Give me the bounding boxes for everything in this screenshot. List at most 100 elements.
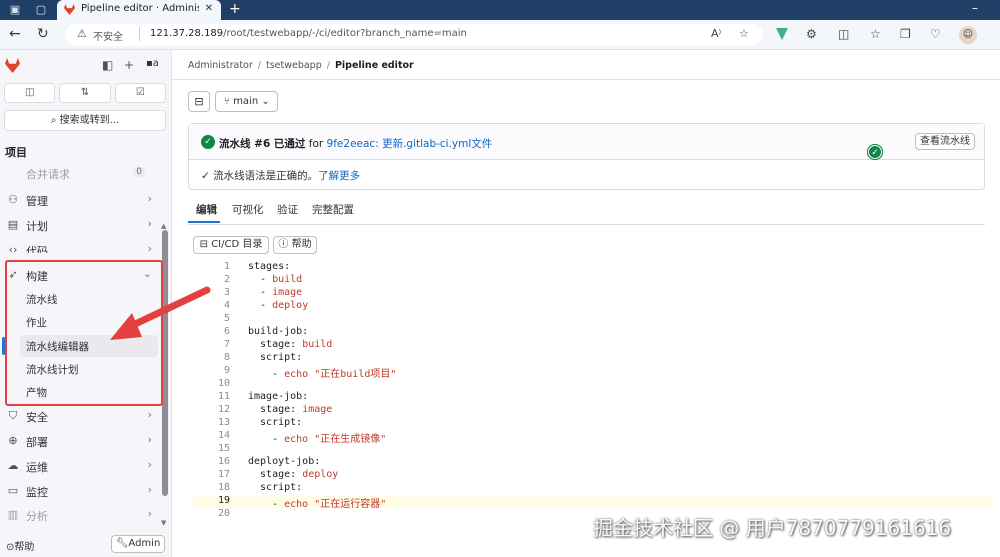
editor-help-button[interactable]: ⓘ 帮助: [273, 236, 317, 254]
tab-full-config[interactable]: 完整配置: [312, 202, 354, 217]
avatar-alt-text: a: [152, 58, 159, 69]
editor-line[interactable]: 3 - image: [193, 287, 993, 300]
editor-line[interactable]: 14 - echo "正在生成镜像": [193, 430, 993, 445]
plan-icon: ▤: [7, 218, 19, 231]
cicd-catalog-button[interactable]: ⊟ CI/CD 目录: [193, 236, 269, 254]
sidebar-item-label: 代码: [26, 245, 48, 253]
sidebar-item-monitor[interactable]: ▭ 监控 ›: [0, 480, 162, 502]
admin-button[interactable]: 🔧︎Admin: [111, 535, 165, 553]
editor-line[interactable]: 11 image-job:: [193, 391, 993, 404]
editor-line[interactable]: 18 script:: [193, 482, 993, 495]
sidebar-item-deploy[interactable]: ⊕ 部署 ›: [0, 430, 162, 452]
editor-line[interactable]: 1 stages:: [193, 261, 993, 274]
branch-selector[interactable]: ⑂ main ⌄: [215, 91, 278, 112]
admin-label: Admin: [128, 538, 161, 549]
profile-icon[interactable]: ☺: [959, 26, 977, 44]
breadcrumb: Administrator / tsetwebapp / Pipeline editor: [188, 60, 414, 71]
editor-line[interactable]: 8 script:: [193, 352, 993, 365]
editor-line[interactable]: 19 - echo "正在运行容器": [193, 495, 993, 510]
sidebar-item-plan[interactable]: ▤ 计划 ›: [0, 214, 162, 236]
url-host: 121.37.28.189: [150, 28, 224, 39]
tab-edit[interactable]: 编辑: [196, 202, 217, 217]
line-number: 14: [217, 430, 230, 441]
back-icon[interactable]: ←: [9, 26, 21, 42]
url-path: /root/testwebapp/-/ci/editor?branch_name…: [223, 28, 467, 39]
sidebar-item-manage[interactable]: ⚇ 管理 ›: [0, 189, 162, 211]
tab-actions-icon[interactable]: ▢: [34, 3, 48, 17]
browser-essentials-icon[interactable]: ♡: [930, 27, 941, 41]
sidebar-item-label: 管理: [26, 195, 48, 208]
scroll-up-icon[interactable]: ▲: [161, 222, 166, 230]
editor-line[interactable]: 15: [193, 443, 993, 456]
header-divider: [172, 79, 1000, 80]
sidebar-item-operate[interactable]: ☁ 运维 ›: [0, 455, 162, 477]
read-aloud-icon[interactable]: A⁾: [711, 27, 721, 40]
scroll-down-icon[interactable]: ▼: [161, 519, 166, 527]
close-tab-icon[interactable]: ✕: [205, 3, 213, 14]
editor-help-label: 帮助: [291, 239, 312, 250]
line-number: 4: [223, 300, 230, 311]
editor-line[interactable]: 9 - echo "正在build项目": [193, 365, 993, 380]
code-icon: ‹›: [8, 243, 18, 253]
sidebar-item-analyze[interactable]: ▥ 分析 ›: [0, 504, 162, 526]
editor-line[interactable]: 10: [193, 378, 993, 391]
file-tree-button[interactable]: ⊟: [188, 91, 210, 112]
tab-validate[interactable]: 验证: [277, 202, 298, 217]
line-code: stage: image: [248, 404, 333, 415]
view-pipeline-button[interactable]: 查看流水线: [915, 133, 975, 150]
collections-icon[interactable]: ❐: [900, 27, 911, 41]
breadcrumb-item[interactable]: Administrator: [188, 60, 253, 71]
merge-requests-counter-icon[interactable]: ⇅: [59, 83, 111, 103]
editor-line[interactable]: 2 - build: [193, 274, 993, 287]
vue-extension-icon[interactable]: [776, 28, 788, 40]
issues-counter-icon[interactable]: ◫: [4, 83, 56, 103]
line-code: - image: [248, 287, 303, 298]
editor-line[interactable]: 6 build-job:: [193, 326, 993, 339]
split-screen-icon[interactable]: ◫: [838, 27, 849, 41]
commit-link[interactable]: 9fe2eeac: 更新.gitlab-ci.yml文件: [327, 138, 493, 150]
insecure-label: 不安全: [93, 32, 123, 43]
file-tree-icon: ⊟: [194, 95, 204, 108]
gitlab-logo-icon[interactable]: [5, 58, 20, 73]
favorite-star-icon[interactable]: ☆: [739, 27, 749, 40]
avatar[interactable]: ▪a: [146, 58, 159, 69]
new-tab-icon[interactable]: +: [229, 0, 241, 19]
reload-icon[interactable]: ↻: [37, 26, 49, 42]
sidebar-item-merge-requests[interactable]: 合并请求 0: [0, 162, 162, 184]
sidebar-item-secure[interactable]: ⛉ 安全 ›: [0, 405, 162, 427]
editor-line[interactable]: 12 stage: image: [193, 404, 993, 417]
url-input[interactable]: ⚠ 不安全 121.37.28.189/root/testwebapp/-/ci…: [65, 24, 763, 46]
learn-more-link[interactable]: 了解更多: [318, 170, 360, 182]
line-number: 5: [223, 313, 230, 324]
status-success-icon[interactable]: ✓: [201, 135, 215, 149]
breadcrumb-item[interactable]: tsetwebapp: [266, 60, 322, 71]
minimize-window-icon[interactable]: –: [972, 1, 978, 15]
todos-counter-icon[interactable]: ☑: [114, 83, 166, 103]
pipeline-status-text: 流水线 #6 已通过 for 9fe2eeac: 更新.gitlab-ci.ym…: [219, 136, 492, 151]
editor-line[interactable]: 4 - deploy: [193, 300, 993, 313]
browser-tab[interactable]: Pipeline editor · Administrator / t ✕: [57, 0, 221, 20]
editor-line[interactable]: 7 stage: build: [193, 339, 993, 352]
search-button[interactable]: ⌕ 搜索或转到...: [4, 110, 166, 131]
help-button[interactable]: ⊙帮助: [6, 538, 34, 553]
branch-name: main: [233, 96, 259, 107]
sidebar-item-label: 部署: [26, 436, 48, 449]
editor-line[interactable]: 17 stage: deploy: [193, 469, 993, 482]
breadcrumb-current[interactable]: Pipeline editor: [335, 60, 414, 71]
editor-line[interactable]: 5: [193, 313, 993, 326]
tab-visualize[interactable]: 可视化: [232, 202, 264, 217]
favorites-icon[interactable]: ☆: [870, 27, 881, 41]
collapse-sidebar-icon[interactable]: ◧: [102, 58, 113, 72]
editor-line[interactable]: 13 script:: [193, 417, 993, 430]
deploy-icon: ⊕: [8, 434, 18, 447]
line-number: 20: [217, 508, 230, 519]
create-new-icon[interactable]: +: [124, 58, 134, 72]
workspaces-icon[interactable]: ▣: [8, 3, 22, 17]
editor-line[interactable]: 16 deployt-job:: [193, 456, 993, 469]
watermark: 掘金技术社区 @ 用户7870779161616: [593, 516, 952, 540]
extensions-icon[interactable]: ⚙: [806, 27, 817, 41]
stage-deploy-success-icon[interactable]: ✓: [868, 145, 882, 159]
line-number: 9: [223, 365, 230, 376]
sidebar-item-code[interactable]: ‹› 代码 ›: [0, 239, 162, 253]
line-code: script:: [248, 417, 303, 428]
